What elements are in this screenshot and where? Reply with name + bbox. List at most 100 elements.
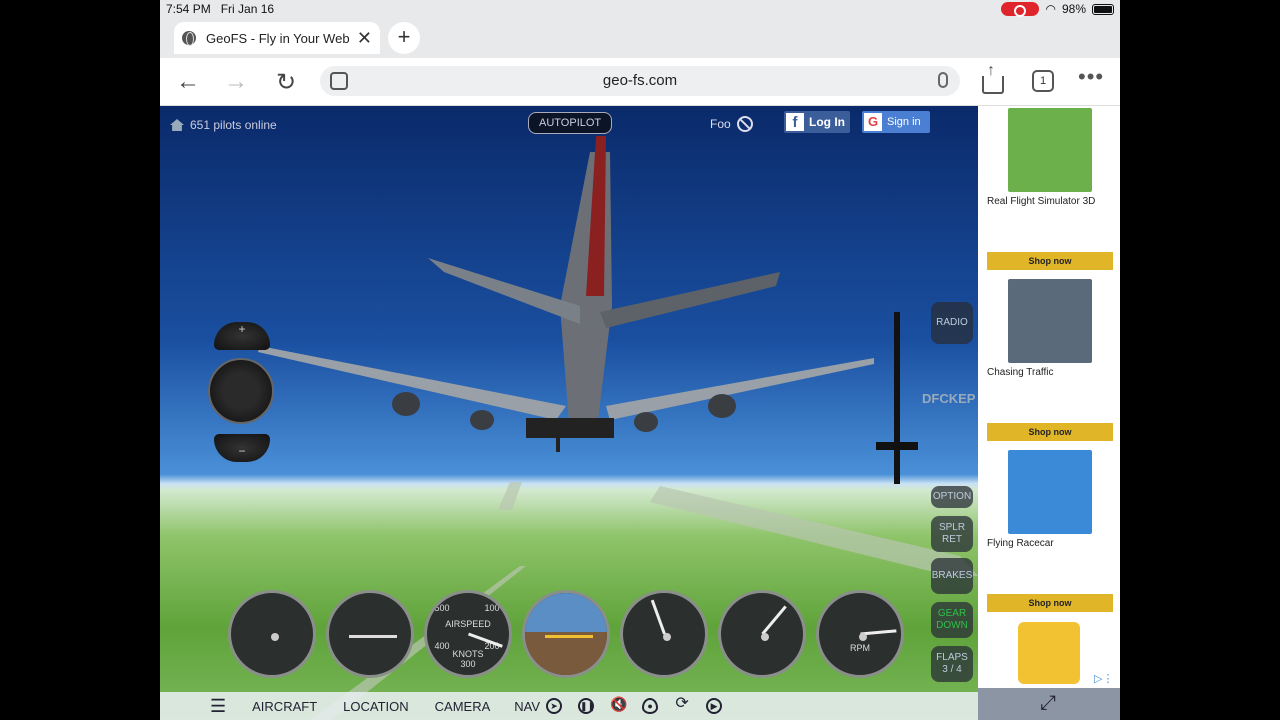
nav-label: NAV xyxy=(514,698,541,714)
ad-sidebar: Real Flight Simulator 3D Shop now Chasin… xyxy=(978,106,1120,688)
engine-1 xyxy=(392,392,420,416)
hamburger-menu-icon[interactable]: ☰ xyxy=(210,696,226,717)
spoilers-retract-button[interactable]: SPLR RET xyxy=(931,516,973,552)
heading-indicator xyxy=(228,590,316,678)
battery-percent: 98% xyxy=(1061,2,1086,16)
home-icon[interactable] xyxy=(170,119,184,131)
ad-image[interactable] xyxy=(1008,450,1092,534)
eye-icon[interactable]: ● xyxy=(642,698,659,714)
play-icon[interactable]: ▶ xyxy=(706,698,723,714)
attitude-indicator xyxy=(522,590,610,678)
share-icon[interactable] xyxy=(982,62,1004,94)
vertical-speed-indicator xyxy=(718,590,806,678)
brakes-button[interactable]: BRAKES xyxy=(931,558,973,594)
more-menu-icon[interactable]: ••• xyxy=(1078,64,1103,89)
ad-card[interactable]: Flying Racecar Shop now xyxy=(978,448,1120,616)
no-sign-icon[interactable] xyxy=(736,116,753,132)
nav-menu[interactable]: NAV ➤ xyxy=(514,698,563,714)
rpm-label: RPM xyxy=(850,643,870,653)
callsign-label: DFCKEP xyxy=(922,391,976,406)
ad-title[interactable]: Flying Racecar xyxy=(987,538,1054,549)
shop-now-button[interactable]: Shop now xyxy=(987,252,1113,270)
ad-title[interactable]: Chasing Traffic xyxy=(987,367,1054,378)
facebook-icon: f xyxy=(786,113,804,131)
radio-button[interactable]: RADIO xyxy=(931,302,973,344)
back-arrow-icon[interactable]: ← xyxy=(174,68,202,96)
microphone-icon[interactable] xyxy=(938,72,948,88)
tab-bar: GeoFS - Fly in Your Web ✕ + xyxy=(160,18,1120,58)
scale-300: 300 xyxy=(460,659,476,669)
ret-label: RET xyxy=(942,534,962,545)
url-text: geo-fs.com xyxy=(602,72,678,89)
close-tab-icon[interactable]: ✕ xyxy=(357,28,372,49)
gear-down-button[interactable]: GEAR DOWN xyxy=(931,602,973,638)
autopilot-button[interactable]: AUTOPILOT xyxy=(528,112,613,134)
lens-icon[interactable] xyxy=(330,72,348,90)
battery-level xyxy=(1094,5,1112,13)
ad-card[interactable]: Real Flight Simulator 3D Shop now xyxy=(978,106,1120,274)
attitude-marker xyxy=(545,635,593,638)
scale-200: 200 xyxy=(484,641,500,651)
horizontal-stabilizer-right xyxy=(600,272,780,328)
ad-app-icon[interactable] xyxy=(1018,622,1080,684)
geofs-viewport[interactable]: 651 pilots online AUTOPILOT Foo f Log In… xyxy=(160,106,978,720)
down-label: DOWN xyxy=(936,620,968,631)
status-time: 7:54 PM Fri Jan 16 xyxy=(166,2,275,16)
option-button[interactable]: OPTION xyxy=(931,486,973,508)
new-tab-button[interactable]: + xyxy=(388,22,420,54)
wings-marker xyxy=(349,635,397,638)
hub xyxy=(859,633,867,641)
ad-title[interactable]: Real Flight Simulator 3D xyxy=(987,196,1095,207)
gear-label: GEAR xyxy=(937,608,967,619)
flaps-button[interactable]: FLAPS 3 / 4 xyxy=(931,646,973,682)
browser-toolbar: ← → ↻ geo-fs.com 1 ••• xyxy=(160,58,1120,106)
globe-icon xyxy=(182,31,196,46)
pause-icon[interactable]: ❚❚ xyxy=(578,698,595,714)
expand-icon[interactable]: ⤢ xyxy=(1040,692,1056,715)
tab-count-button[interactable]: 1 xyxy=(1032,70,1054,92)
user-name-text: Foo xyxy=(710,117,731,131)
hub xyxy=(761,633,769,641)
camera-joystick[interactable] xyxy=(208,358,274,424)
expand-bar[interactable]: ⤢ xyxy=(978,688,1120,720)
status-right: ◠ 98% xyxy=(1001,2,1114,17)
ad-card[interactable]: Chasing Traffic Shop now xyxy=(978,277,1120,445)
altimeter-needle xyxy=(650,599,666,635)
aircraft-menu[interactable]: AIRCRAFT xyxy=(252,699,317,714)
browser-tab[interactable]: GeoFS - Fly in Your Web ✕ xyxy=(174,22,380,54)
forward-arrow-icon[interactable]: → xyxy=(222,68,250,96)
compass-icon: ➤ xyxy=(546,698,563,714)
browser-frame: 7:54 PM Fri Jan 16 ◠ 98% GeoFS - Fly in … xyxy=(160,0,1120,720)
ad-image[interactable] xyxy=(1008,108,1092,192)
throttle-track[interactable] xyxy=(894,312,900,484)
hub xyxy=(271,633,279,641)
throttle-handle[interactable] xyxy=(876,442,918,450)
landing-gear xyxy=(526,418,614,438)
google-icon: G xyxy=(864,113,882,131)
address-bar[interactable]: geo-fs.com xyxy=(320,66,960,96)
pilots-online-text: 651 pilots online xyxy=(190,118,277,132)
camera-menu[interactable]: CAMERA xyxy=(435,699,491,714)
pilots-online[interactable]: 651 pilots online xyxy=(170,118,277,132)
battery-icon xyxy=(1092,3,1114,15)
engine-2 xyxy=(470,410,494,430)
location-menu[interactable]: LOCATION xyxy=(343,699,409,714)
reload-icon[interactable]: ↻ xyxy=(272,68,300,97)
airspeed-label: AIRSPEED xyxy=(445,619,491,629)
google-signin-label: Sign in xyxy=(887,116,921,128)
adchoices-icon[interactable]: ▷⋮ xyxy=(1094,672,1113,685)
turn-coordinator xyxy=(326,590,414,678)
shop-now-button[interactable]: Shop now xyxy=(987,423,1113,441)
tab-title: GeoFS - Fly in Your Web xyxy=(206,30,350,46)
horizontal-stabilizer-left xyxy=(428,258,580,324)
reset-icon[interactable]: ⟳ xyxy=(674,696,690,714)
mute-icon[interactable]: 🔇 xyxy=(610,697,627,714)
facebook-login-button[interactable]: f Log In xyxy=(784,111,850,133)
facebook-login-label: Log In xyxy=(809,115,845,129)
flaps-value: 3 / 4 xyxy=(942,664,962,675)
splr-label: SPLR xyxy=(938,522,966,533)
right-wing xyxy=(606,358,874,420)
ad-image[interactable] xyxy=(1008,279,1092,363)
google-signin-button[interactable]: G Sign in xyxy=(862,111,930,133)
shop-now-button[interactable]: Shop now xyxy=(987,594,1113,612)
